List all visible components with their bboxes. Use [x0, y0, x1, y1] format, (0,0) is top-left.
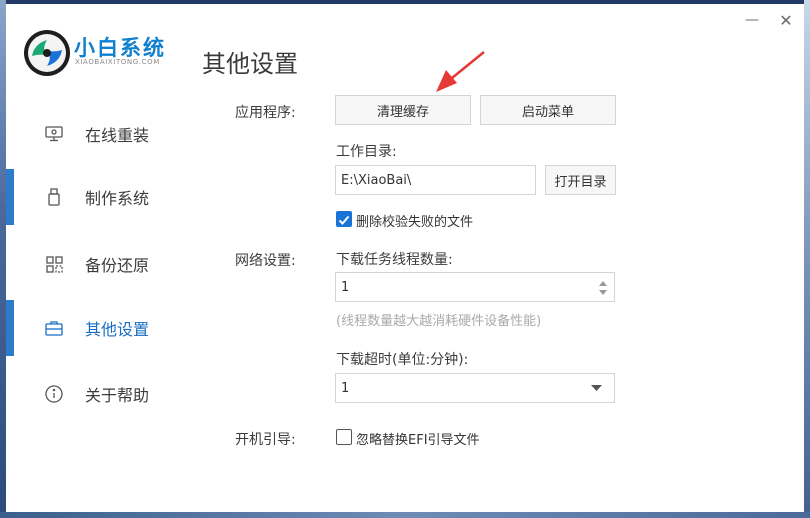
annotation-arrow-icon [436, 51, 485, 92]
